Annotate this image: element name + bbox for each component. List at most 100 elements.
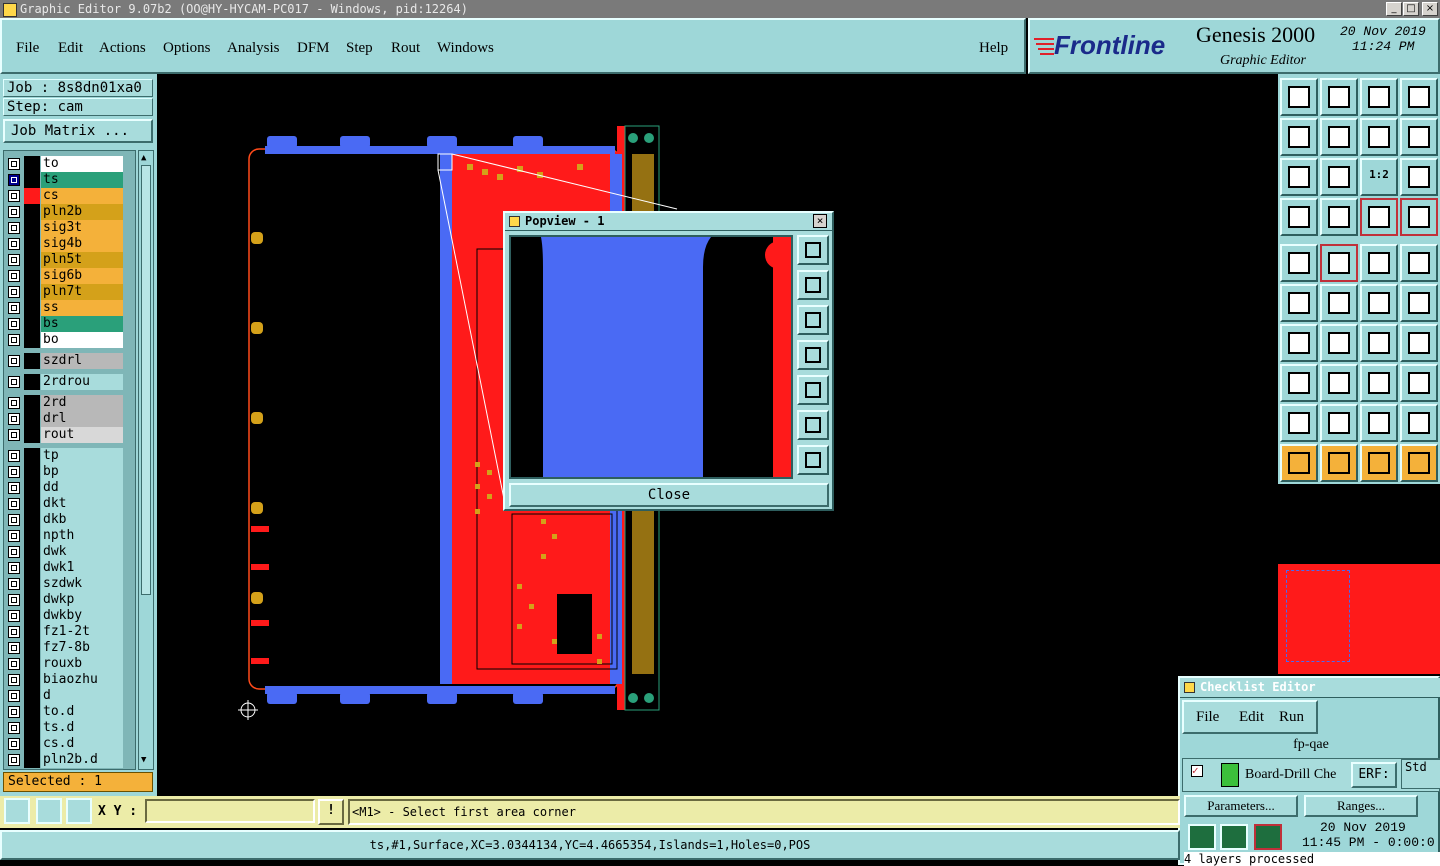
layer-checkbox[interactable]	[8, 270, 20, 282]
ruler-tool-button[interactable]	[1360, 244, 1398, 282]
layer-row[interactable]: dwkby	[8, 608, 124, 624]
text-tool-tool-button[interactable]	[1400, 324, 1438, 362]
layer-row[interactable]: 2rdrou	[8, 374, 124, 390]
popview-zoom-window-button[interactable]	[797, 235, 829, 265]
mirror-tool-button[interactable]	[1360, 118, 1398, 156]
popview-zoom-out-button[interactable]	[797, 305, 829, 335]
layer-color-swatch[interactable]	[24, 353, 40, 369]
layer-name[interactable]: cs	[41, 188, 123, 204]
layer-name[interactable]: szdwk	[41, 576, 123, 592]
circle-pad-tool-button[interactable]	[1400, 244, 1438, 282]
layer-color-swatch[interactable]	[24, 512, 40, 528]
layer-color-swatch[interactable]	[24, 236, 40, 252]
layer-color-swatch[interactable]	[24, 672, 40, 688]
layer-checkbox[interactable]	[8, 658, 20, 670]
menu-options[interactable]: Options	[163, 40, 211, 57]
layer-checkbox[interactable]	[8, 754, 20, 766]
layer-row[interactable]: bo	[8, 332, 124, 348]
layer-name[interactable]: dd	[41, 480, 123, 496]
layer-name[interactable]: bo	[41, 332, 123, 348]
checklist-menu-run[interactable]: Run	[1279, 709, 1304, 726]
popview-fit-button[interactable]	[797, 445, 829, 475]
layer-row[interactable]: cs.d	[8, 736, 124, 752]
layer-checkbox[interactable]	[8, 514, 20, 526]
layer-row[interactable]: d	[8, 688, 124, 704]
layer-row[interactable]: ts.d	[8, 720, 124, 736]
layer-checkbox[interactable]	[8, 450, 20, 462]
net-tool-button[interactable]	[1280, 364, 1318, 402]
triangle-tool-3-tool-button[interactable]	[1400, 404, 1438, 442]
menu-help[interactable]: Help	[979, 40, 1008, 57]
menu-edit[interactable]: Edit	[58, 40, 83, 57]
grid-icon[interactable]	[66, 798, 92, 824]
overview-map[interactable]	[1278, 564, 1440, 674]
line-break-tool-button[interactable]	[1320, 364, 1358, 402]
center-tool-button[interactable]	[1320, 158, 1358, 196]
layer-checkbox[interactable]	[8, 578, 20, 590]
layer-color-swatch[interactable]	[24, 268, 40, 284]
layer-name[interactable]: dkb	[41, 512, 123, 528]
layer-color-swatch[interactable]	[24, 656, 40, 672]
layer-name[interactable]: pln5t	[41, 252, 123, 268]
layer-color-swatch[interactable]	[24, 448, 40, 464]
layer-name[interactable]: to.d	[41, 704, 123, 720]
pointer-tool-button[interactable]	[1280, 444, 1318, 482]
layer-name[interactable]: d	[41, 688, 123, 704]
layer-name[interactable]: 2rd	[41, 395, 123, 411]
maximize-button[interactable]: □	[1403, 2, 1419, 16]
popview-pan-right-button[interactable]	[797, 375, 829, 405]
layer-name[interactable]: drl	[41, 411, 123, 427]
pan-left-tool-button[interactable]	[1280, 118, 1318, 156]
layer-name[interactable]: bp	[41, 464, 123, 480]
triangle-cut-tool-button[interactable]	[1280, 404, 1318, 442]
menu-analysis[interactable]: Analysis	[227, 40, 280, 57]
layer-name[interactable]: pln2b	[41, 204, 123, 220]
layer-checkbox[interactable]	[8, 302, 20, 314]
layer-row[interactable]: dwk	[8, 544, 124, 560]
layer-row[interactable]: bs	[8, 316, 124, 332]
menu-windows[interactable]: Windows	[437, 40, 494, 57]
layer-name[interactable]: dwkby	[41, 608, 123, 624]
checklist-item-row[interactable]: ✓ Board-Drill Che ERF: Std	[1182, 758, 1440, 792]
fit-screen-tool-button[interactable]	[1280, 158, 1318, 196]
layer-name[interactable]: dwkp	[41, 592, 123, 608]
color-map-tool-button[interactable]	[1320, 244, 1358, 282]
layer-row[interactable]: npth	[8, 528, 124, 544]
layer-color-swatch[interactable]	[24, 688, 40, 704]
popview-close-icon[interactable]: ×	[813, 214, 827, 228]
layer-checkbox[interactable]	[8, 254, 20, 266]
xy-input[interactable]	[145, 799, 315, 823]
layer-checkbox[interactable]	[8, 355, 20, 367]
scale-1-2-tool-button[interactable]: 1:2	[1360, 158, 1398, 196]
layer-name[interactable]: ts.d	[41, 720, 123, 736]
layer-color-swatch[interactable]	[24, 736, 40, 752]
layer-name[interactable]: cs.d	[41, 736, 123, 752]
layer-color-swatch[interactable]	[24, 704, 40, 720]
layer-name[interactable]: bs	[41, 316, 123, 332]
layer-name[interactable]: rouxb	[41, 656, 123, 672]
layer-name[interactable]: dwk1	[41, 560, 123, 576]
layer-row[interactable]: fz1-2t	[8, 624, 124, 640]
close-window-button[interactable]: ×	[1422, 2, 1438, 16]
line-tool-button[interactable]	[1320, 324, 1358, 362]
layer-row[interactable]: cs	[8, 188, 124, 204]
triangle-tool-2-tool-button[interactable]	[1360, 404, 1398, 442]
layer-color-swatch[interactable]	[24, 720, 40, 736]
layer-row[interactable]: dd	[8, 480, 124, 496]
snap-tool-button[interactable]	[1280, 198, 1318, 236]
popview-canvas[interactable]	[509, 235, 793, 479]
layer-color-swatch[interactable]	[24, 464, 40, 480]
layer-checkbox[interactable]	[8, 626, 20, 638]
layer-color-swatch[interactable]	[24, 300, 40, 316]
parameters-button[interactable]: Parameters...	[1184, 795, 1298, 817]
menu-file[interactable]: File	[16, 40, 39, 57]
layer-name[interactable]: dwk	[41, 544, 123, 560]
layer-name[interactable]: biaozhu	[41, 672, 123, 688]
layer-row[interactable]: ts	[8, 172, 124, 188]
component-tool-button[interactable]	[1400, 364, 1438, 402]
arc-line-tool-button[interactable]	[1280, 324, 1318, 362]
layer-color-swatch[interactable]	[24, 752, 40, 768]
menu-rout[interactable]: Rout	[391, 40, 420, 57]
popview-close-button[interactable]: Close	[509, 483, 829, 507]
checklist-item-check-icon[interactable]: ✓	[1191, 765, 1203, 777]
